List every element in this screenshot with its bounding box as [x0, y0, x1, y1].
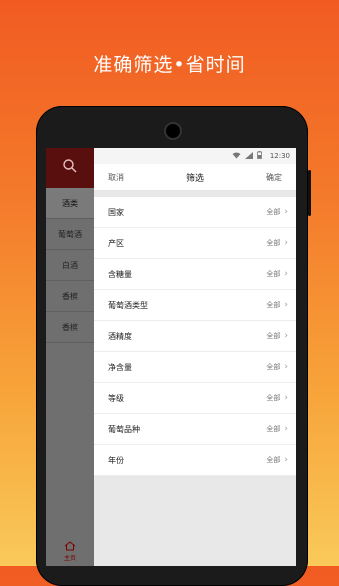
sidebar-item-xiangbin-2[interactable]: 香槟 [46, 312, 94, 343]
status-time: 12:30 [269, 152, 290, 160]
filter-label: 产区 [108, 238, 124, 248]
filter-value: 全部 [266, 239, 281, 247]
filter-value: 全部 [266, 332, 281, 340]
phone-screen: 酒类 葡萄酒 白酒 香槟 香槟 主页 12:30 取消 筛选 确定 国家 全部 … [46, 148, 296, 566]
status-bar: 12:30 [94, 148, 296, 164]
chevron-right-icon: › [284, 300, 288, 310]
chevron-right-icon: › [284, 207, 288, 217]
sidebar-item-label: 香槟 [62, 291, 78, 301]
filter-value: 全部 [266, 208, 281, 216]
filter-value: 全部 [266, 456, 281, 464]
filter-panel: 12:30 取消 筛选 确定 国家 全部 › 产区 全部 › 含糖量 全部 › 葡萄酒… [94, 148, 296, 566]
wifi-icon [232, 152, 241, 161]
page-title: 筛选 [185, 173, 204, 184]
home-label: 主页 [63, 554, 76, 562]
home-icon [64, 540, 76, 553]
filter-row-region[interactable]: 产区 全部 › [94, 228, 296, 259]
filter-row-country[interactable]: 国家 全部 › [94, 197, 296, 228]
filter-value: 全部 [266, 301, 281, 309]
filter-label: 含糖量 [108, 269, 132, 279]
chevron-right-icon: › [284, 393, 288, 403]
filter-value: 全部 [266, 270, 281, 278]
filter-label: 国家 [108, 207, 124, 217]
home-tab[interactable]: 主页 [46, 536, 94, 566]
filter-label: 酒精度 [108, 331, 132, 341]
sidebar-item-putaojiu[interactable]: 葡萄酒 [46, 219, 94, 250]
cancel-button[interactable]: 取消 [108, 172, 124, 183]
filter-row-sugar[interactable]: 含糖量 全部 › [94, 259, 296, 290]
filter-header: 取消 筛选 确定 [94, 164, 296, 191]
filter-row-year[interactable]: 年份 全部 › [94, 445, 296, 476]
filter-label: 年份 [108, 455, 124, 465]
confirm-button[interactable]: 确定 [266, 172, 282, 183]
sidebar-item-xiangbin-1[interactable]: 香槟 [46, 281, 94, 312]
battery-icon [256, 151, 262, 161]
sidebar-item-label: 白酒 [62, 260, 78, 270]
chevron-right-icon: › [284, 362, 288, 372]
sidebar-item-label: 香槟 [62, 322, 78, 332]
chevron-right-icon: › [284, 455, 288, 465]
chevron-right-icon: › [284, 269, 288, 279]
filter-value: 全部 [266, 363, 281, 371]
search-button[interactable] [46, 148, 94, 188]
filter-row-wine-type[interactable]: 葡萄酒类型 全部 › [94, 290, 296, 321]
filter-label: 净含量 [108, 362, 132, 372]
sidebar-item-label: 葡萄酒 [58, 229, 82, 239]
filter-value: 全部 [266, 394, 281, 402]
chevron-right-icon: › [284, 424, 288, 434]
filter-value: 全部 [266, 425, 281, 433]
filter-row-grape[interactable]: 葡萄品种 全部 › [94, 414, 296, 445]
sidebar-item-baijiu[interactable]: 白酒 [46, 250, 94, 281]
camera-icon [164, 122, 182, 140]
signal-icon [244, 151, 253, 161]
filter-list: 国家 全部 › 产区 全部 › 含糖量 全部 › 葡萄酒类型 全部 › 酒精度 全部 › … [94, 197, 296, 476]
side-button [308, 170, 311, 216]
chevron-right-icon: › [284, 331, 288, 341]
search-icon [62, 158, 78, 178]
filter-label: 葡萄酒类型 [108, 300, 148, 310]
chevron-right-icon: › [284, 238, 288, 248]
headline: 准确筛选•省时间 [93, 54, 246, 76]
filter-row-alcohol[interactable]: 酒精度 全部 › [94, 321, 296, 352]
filter-row-volume[interactable]: 净含量 全部 › [94, 352, 296, 383]
sidebar-item-label: 酒类 [62, 198, 78, 208]
filter-label: 等级 [108, 393, 124, 403]
category-sidebar: 酒类 葡萄酒 白酒 香槟 香槟 主页 [46, 148, 94, 566]
filter-row-grade[interactable]: 等级 全部 › [94, 383, 296, 414]
sidebar-item-jiulei[interactable]: 酒类 [46, 188, 94, 219]
filter-label: 葡萄品种 [108, 424, 140, 434]
